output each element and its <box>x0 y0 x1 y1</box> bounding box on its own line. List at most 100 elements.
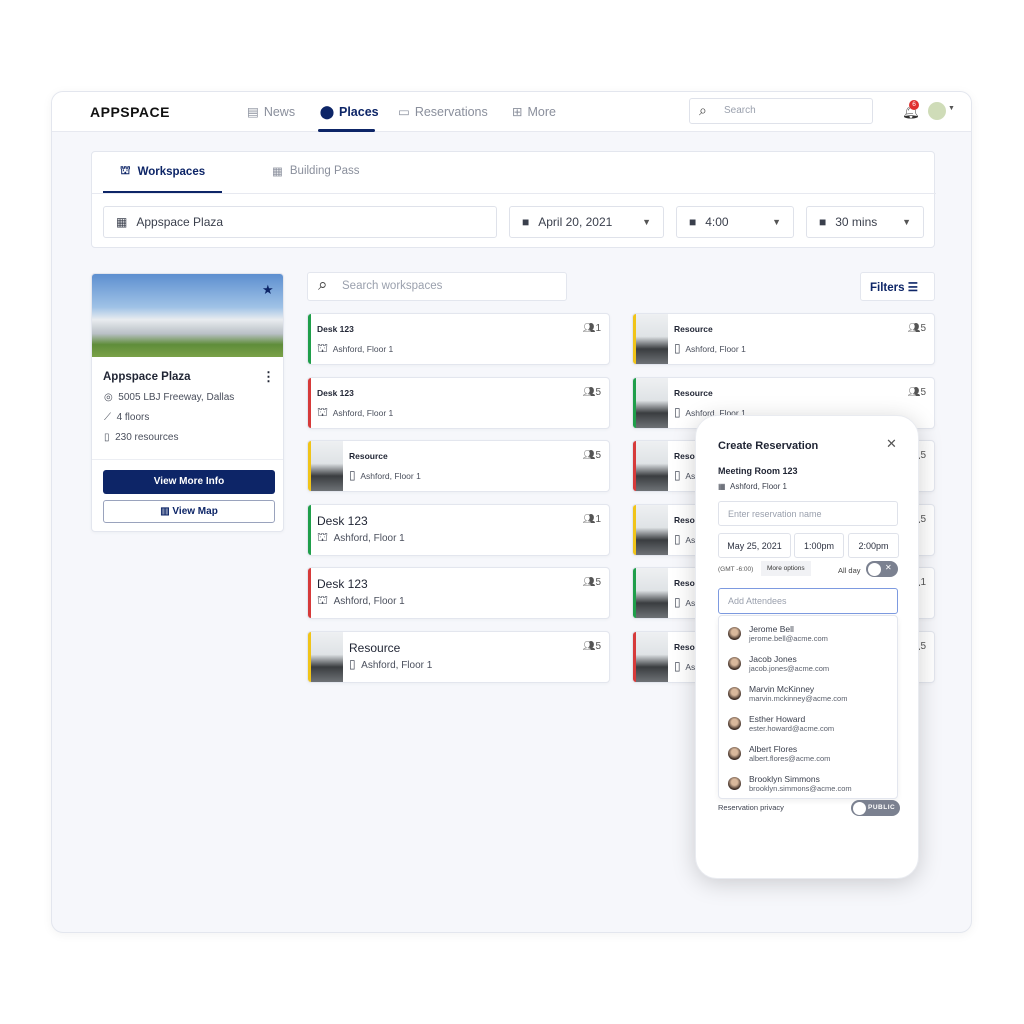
capacity: 👥︎5 <box>907 386 926 398</box>
caret-down-icon: ▼ <box>772 217 781 227</box>
folder-icon: ■ <box>819 215 827 229</box>
attendee-option[interactable]: Brooklyn Simmons brooklyn.simmons@acme.co… <box>719 768 897 798</box>
nav-places[interactable]: ⬤ Places <box>320 104 379 120</box>
workspace-card[interactable]: Resource▯ Ashford, Floor 1👥︎5 <box>632 313 935 365</box>
people-icon: 👥︎ <box>582 577 596 588</box>
close-icon[interactable]: ✕ <box>886 436 897 452</box>
nav-reservations[interactable]: ▭ Reservations <box>398 104 488 120</box>
avatar <box>728 746 741 760</box>
resource-photo <box>636 377 668 428</box>
avatar <box>728 656 741 670</box>
avatar <box>728 776 741 790</box>
attendee-option[interactable]: Jerome Bell jerome.bell@acme.com <box>719 618 897 648</box>
people-icon: 👥︎ <box>582 640 596 652</box>
privacy-label: Reservation privacy <box>718 803 784 812</box>
tab-workspaces[interactable]: ⛫ Workspaces <box>120 164 205 179</box>
workspace-card[interactable]: Resource▯ Ashford, Floor 1👥︎5 <box>307 630 610 683</box>
calendar-icon: ▭ <box>398 105 410 119</box>
door-icon: ▯ <box>674 658 681 673</box>
building-icon: ▦ <box>718 482 726 491</box>
search-workspaces-input[interactable]: ⌕ Search workspaces <box>307 272 567 301</box>
workspace-location: ▯ Ashford, Floor 1 <box>349 468 421 482</box>
door-icon: ▯ <box>349 468 356 482</box>
desk-icon: ⛫ <box>317 404 329 419</box>
view-more-info-button[interactable]: View More Info <box>103 470 275 494</box>
nav-news[interactable]: ▤ News <box>247 104 295 120</box>
attendee-option[interactable]: Jacob Jones jacob.jones@acme.com <box>719 648 897 678</box>
capacity: 👥︎5 <box>582 386 601 398</box>
people-icon: 👥︎ <box>907 323 921 334</box>
building-select[interactable]: ▦ Appspace Plaza <box>103 206 497 238</box>
x-icon: ✕ <box>885 563 892 572</box>
divider <box>92 193 936 194</box>
desk-icon: ⛫ <box>317 529 329 544</box>
building-name: Appspace Plaza <box>103 371 191 383</box>
caret-down-icon: ▼ <box>642 217 651 227</box>
add-attendees-input[interactable]: Add Attendees <box>718 588 898 614</box>
caret-down-icon: ▼ <box>902 217 911 227</box>
avatar <box>728 626 741 640</box>
avatar <box>728 716 741 730</box>
attendee-option[interactable]: Esther Howard ester.howard@acme.com <box>719 708 897 738</box>
workspace-card[interactable]: Desk 123 ⛫ Ashford, Floor 1 👥︎5 <box>307 376 610 429</box>
more-options-button[interactable]: More options <box>761 561 811 576</box>
map-icon: ▥ <box>160 506 173 517</box>
building-icon: ▦ <box>272 166 283 178</box>
divider <box>92 459 283 460</box>
search-icon: ⌕ <box>699 102 707 118</box>
date-input[interactable]: May 25, 2021 <box>718 533 791 558</box>
chevron-down-icon[interactable]: ▼ <box>948 105 955 112</box>
resource-photo <box>636 441 668 491</box>
reservation-name-input[interactable]: Enter reservation name <box>718 501 898 526</box>
duration-select[interactable]: ■ 30 mins ▼ <box>806 206 924 238</box>
door-icon: ▯ <box>349 656 356 671</box>
desk-icon: ⛫ <box>120 165 131 177</box>
capacity: 👥︎5 <box>582 450 601 461</box>
room-name: Meeting Room 123 <box>718 466 798 476</box>
people-icon: 👥︎ <box>907 386 921 398</box>
view-map-button[interactable]: ▥ View Map <box>103 500 275 523</box>
active-nav-indicator <box>318 129 375 132</box>
attendee-option[interactable]: Marvin McKinney marvin.mckinney@acme.com <box>719 678 897 708</box>
avatar[interactable] <box>928 102 946 120</box>
address: ◎ 5005 LBJ Freeway, Dallas <box>104 392 235 403</box>
start-time-input[interactable]: 1:00pm <box>794 533 844 558</box>
all-day-toggle[interactable]: ✕ <box>866 561 898 577</box>
workspace-name: Desk 123 <box>317 513 368 528</box>
toggle-knob <box>853 802 866 815</box>
search-input[interactable]: ⌕ Search <box>689 98 873 124</box>
floors: ⟋ 4 floors <box>104 412 150 423</box>
status-bar <box>308 504 311 555</box>
filters-button[interactable]: Filters ☰ <box>860 272 935 301</box>
capacity: 👥︎5 <box>907 323 926 334</box>
filter-panel: ⛫ Workspaces ▦ Building Pass ▦ Appspace Pla… <box>91 151 936 248</box>
workspace-card[interactable]: Desk 123 ⛫ Ashford, Floor 1 👥︎5 <box>307 567 610 619</box>
workspace-location: ⛫ Ashford, Floor 1 <box>317 529 405 544</box>
workspace-name: Desk 123 <box>317 577 368 591</box>
people-icon: 👥︎ <box>582 513 596 525</box>
top-bar: APPSPACE ▤ News ⬤ Places ▭ Reservations ⊞ Mo… <box>52 92 971 132</box>
workspace-card[interactable]: Resource▯ Ashford, Floor 1👥︎5 <box>307 440 610 492</box>
people-icon: 👥︎ <box>582 323 596 334</box>
more-vertical-icon[interactable]: ⋮ <box>262 369 275 385</box>
status-bar <box>308 377 311 428</box>
door-icon: ▯ <box>674 468 681 482</box>
door-icon: ▯ <box>674 595 681 609</box>
date-select[interactable]: ■ April 20, 2021 ▼ <box>509 206 664 238</box>
end-time-input[interactable]: 2:00pm <box>848 533 899 558</box>
capacity: 👥︎1 <box>582 323 601 334</box>
privacy-toggle[interactable]: PUBLIC <box>851 800 900 816</box>
door-icon: ▯ <box>674 531 681 546</box>
location-icon: ⬤ <box>320 105 334 119</box>
workspace-card[interactable]: Desk 123 ⛫ Ashford, Floor 1 👥︎1 <box>307 503 610 556</box>
avatar <box>728 686 741 700</box>
attendee-option[interactable]: Albert Flores albert.flores@acme.com <box>719 738 897 768</box>
star-icon[interactable]: ★ <box>262 282 274 298</box>
workspace-card[interactable]: Desk 123 ⛫ Ashford, Floor 1 👥︎1 <box>307 313 610 365</box>
tab-building-pass[interactable]: ▦ Building Pass <box>272 164 360 178</box>
folder-icon: ■ <box>522 215 530 229</box>
nav-more[interactable]: ⊞ More <box>512 104 556 120</box>
status-bar <box>308 314 311 364</box>
time-select[interactable]: ■ 4:00 ▼ <box>676 206 794 238</box>
door-icon: ▯ <box>674 404 681 419</box>
